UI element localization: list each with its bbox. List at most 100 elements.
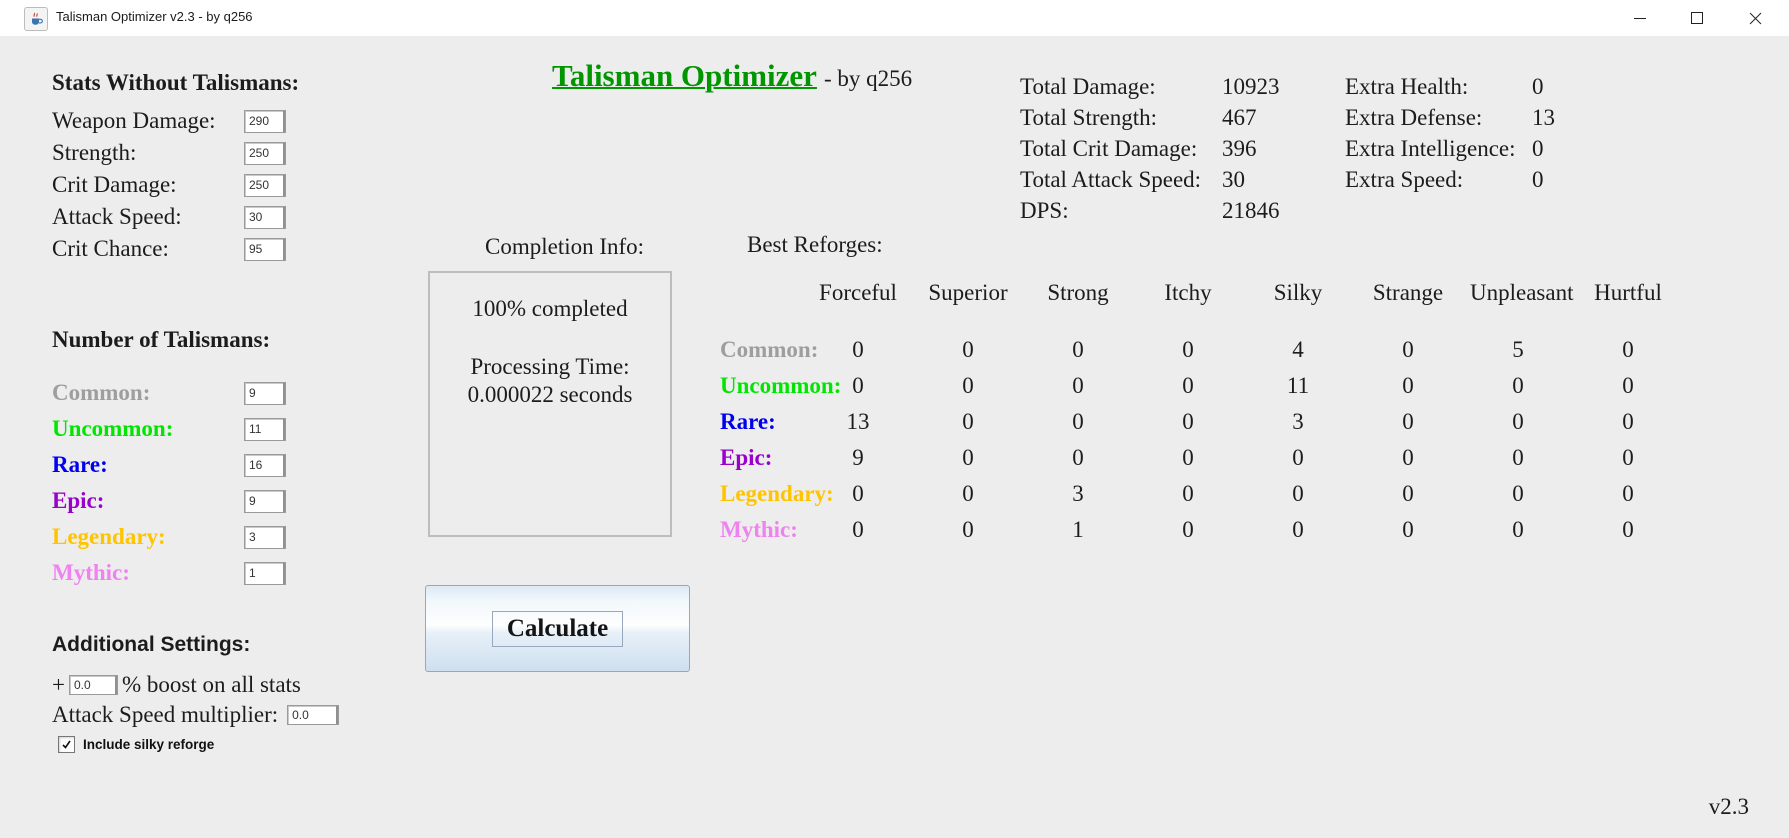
- epic-count-input[interactable]: [244, 489, 286, 513]
- reforge-cell: 0: [962, 481, 974, 506]
- strength-input[interactable]: [244, 141, 286, 165]
- reforge-cell: 0: [1182, 337, 1194, 362]
- extra-intelligence-value: 0: [1532, 136, 1544, 161]
- total-strength-row: Total Strength: 467: [1020, 105, 1310, 131]
- rare-count-input[interactable]: [244, 453, 286, 477]
- reforge-cell: 0: [1622, 373, 1634, 398]
- maximize-icon: [1691, 12, 1703, 24]
- reforge-cell: 0: [1402, 445, 1414, 470]
- attack-speed-row: Attack Speed:: [52, 204, 286, 230]
- dps-row: DPS: 21846: [1020, 198, 1310, 224]
- total-attack-speed-value: 30: [1222, 167, 1245, 192]
- uncommon-label: Uncommon:: [52, 416, 174, 441]
- reforge-cell: 0: [1622, 337, 1634, 362]
- crit-chance-label: Crit Chance:: [52, 236, 169, 261]
- best-reforges-heading: Best Reforges:: [747, 232, 883, 257]
- silky-reforge-checkbox[interactable]: [58, 736, 75, 753]
- extra-defense-label: Extra Defense:: [1345, 105, 1483, 130]
- reforge-cell: 11: [1286, 373, 1310, 398]
- total-attack-speed-label: Total Attack Speed:: [1020, 167, 1202, 192]
- reforge-row-label: Legendary:: [720, 481, 834, 506]
- uncommon-count-row: Uncommon:: [52, 416, 286, 442]
- strength-label: Strength:: [52, 140, 137, 165]
- main-panel: Stats Without Talismans: Weapon Damage: …: [0, 36, 1789, 838]
- talismans-heading: Number of Talismans:: [52, 327, 271, 352]
- completion-status: 100% completed: [472, 296, 628, 321]
- checkmark-icon: [62, 740, 71, 749]
- reforge-cell: 0: [1402, 517, 1414, 542]
- total-strength-label: Total Strength:: [1020, 105, 1158, 130]
- reforge-cell: 0: [962, 373, 974, 398]
- reforge-column-hurtful: Hurtful: [1594, 280, 1662, 305]
- reforge-cell: 0: [1182, 409, 1194, 434]
- dps-label: DPS:: [1020, 198, 1069, 223]
- strength-row: Strength:: [52, 140, 286, 166]
- reforge-cell: 0: [1622, 409, 1634, 434]
- common-count-input[interactable]: [244, 381, 286, 405]
- mythic-count-row: Mythic:: [52, 560, 286, 586]
- page-title-byline: - by q256: [823, 66, 913, 91]
- legendary-count-row: Legendary:: [52, 524, 286, 550]
- weapon-damage-input[interactable]: [244, 109, 286, 133]
- weapon-damage-label: Weapon Damage:: [52, 108, 216, 133]
- reforge-cell: 9: [852, 445, 864, 470]
- boost-percent-input[interactable]: [68, 675, 118, 695]
- minimize-button[interactable]: [1615, 0, 1665, 36]
- reforge-cell: 0: [1402, 481, 1414, 506]
- reforge-row-legendary: Legendary: 0 0 3 0 0 0 0 0: [720, 476, 1690, 512]
- rare-label: Rare:: [52, 452, 108, 477]
- extra-defense-row: Extra Defense: 13: [1345, 105, 1585, 131]
- window-titlebar: Talisman Optimizer v2.3 - by q256: [0, 0, 1789, 36]
- total-damage-label: Total Damage:: [1020, 74, 1156, 99]
- reforge-cell: 0: [1072, 337, 1084, 362]
- attack-speed-multiplier-input[interactable]: [287, 705, 340, 725]
- reforge-row-label: Uncommon:: [720, 373, 842, 398]
- epic-label: Epic:: [52, 488, 105, 513]
- reforge-cell: 0: [852, 373, 864, 398]
- boost-prefix: +: [52, 672, 65, 697]
- crit-damage-label: Crit Damage:: [52, 172, 177, 197]
- crit-chance-input[interactable]: [244, 237, 286, 261]
- reforge-row-label: Rare:: [720, 409, 776, 434]
- reforge-cell: 1: [1072, 517, 1084, 542]
- reforge-cell: 0: [1072, 409, 1084, 434]
- common-label: Common:: [52, 380, 151, 405]
- crit-chance-row: Crit Chance:: [52, 236, 286, 262]
- calculate-button-label: Calculate: [491, 610, 624, 647]
- reforge-cell: 0: [962, 517, 974, 542]
- extra-health-label: Extra Health:: [1345, 74, 1469, 99]
- total-strength-value: 467: [1222, 105, 1257, 130]
- reforge-row-uncommon: Uncommon: 0 0 0 0 11 0 0 0: [720, 368, 1690, 404]
- weapon-damage-row: Weapon Damage:: [52, 108, 286, 134]
- reforge-cell: 0: [852, 517, 864, 542]
- reforge-cell: 0: [1622, 481, 1634, 506]
- extra-speed-label: Extra Speed:: [1345, 167, 1464, 192]
- reforge-cell: 5: [1512, 337, 1524, 362]
- attack-speed-input[interactable]: [244, 205, 286, 229]
- reforge-cell: 3: [1072, 481, 1084, 506]
- maximize-button[interactable]: [1672, 0, 1722, 36]
- silky-reforge-row: Include silky reforge: [58, 736, 214, 753]
- reforge-column-forceful: Forceful: [819, 280, 897, 305]
- reforge-row-label: Mythic:: [720, 517, 798, 542]
- minimize-icon: [1634, 17, 1646, 19]
- legendary-count-input[interactable]: [244, 525, 286, 549]
- reforge-column-unpleasant: Unpleasant: [1470, 280, 1574, 305]
- extra-intelligence-row: Extra Intelligence: 0: [1345, 136, 1585, 162]
- mythic-count-input[interactable]: [244, 561, 286, 585]
- total-damage-value: 10923: [1222, 74, 1280, 99]
- reforge-cell: 0: [1512, 445, 1524, 470]
- reforge-cell: 0: [1622, 517, 1634, 542]
- reforge-cell: 0: [1402, 373, 1414, 398]
- extra-speed-row: Extra Speed: 0: [1345, 167, 1585, 193]
- reforge-cell: 0: [962, 337, 974, 362]
- reforge-cell: 0: [1402, 409, 1414, 434]
- reforge-cell: 13: [846, 409, 870, 434]
- crit-damage-input[interactable]: [244, 173, 286, 197]
- calculate-button[interactable]: Calculate: [425, 585, 690, 672]
- total-crit-damage-label: Total Crit Damage:: [1020, 136, 1198, 161]
- epic-count-row: Epic:: [52, 488, 286, 514]
- close-button[interactable]: [1730, 0, 1780, 36]
- total-attack-speed-row: Total Attack Speed: 30: [1020, 167, 1310, 193]
- uncommon-count-input[interactable]: [244, 417, 286, 441]
